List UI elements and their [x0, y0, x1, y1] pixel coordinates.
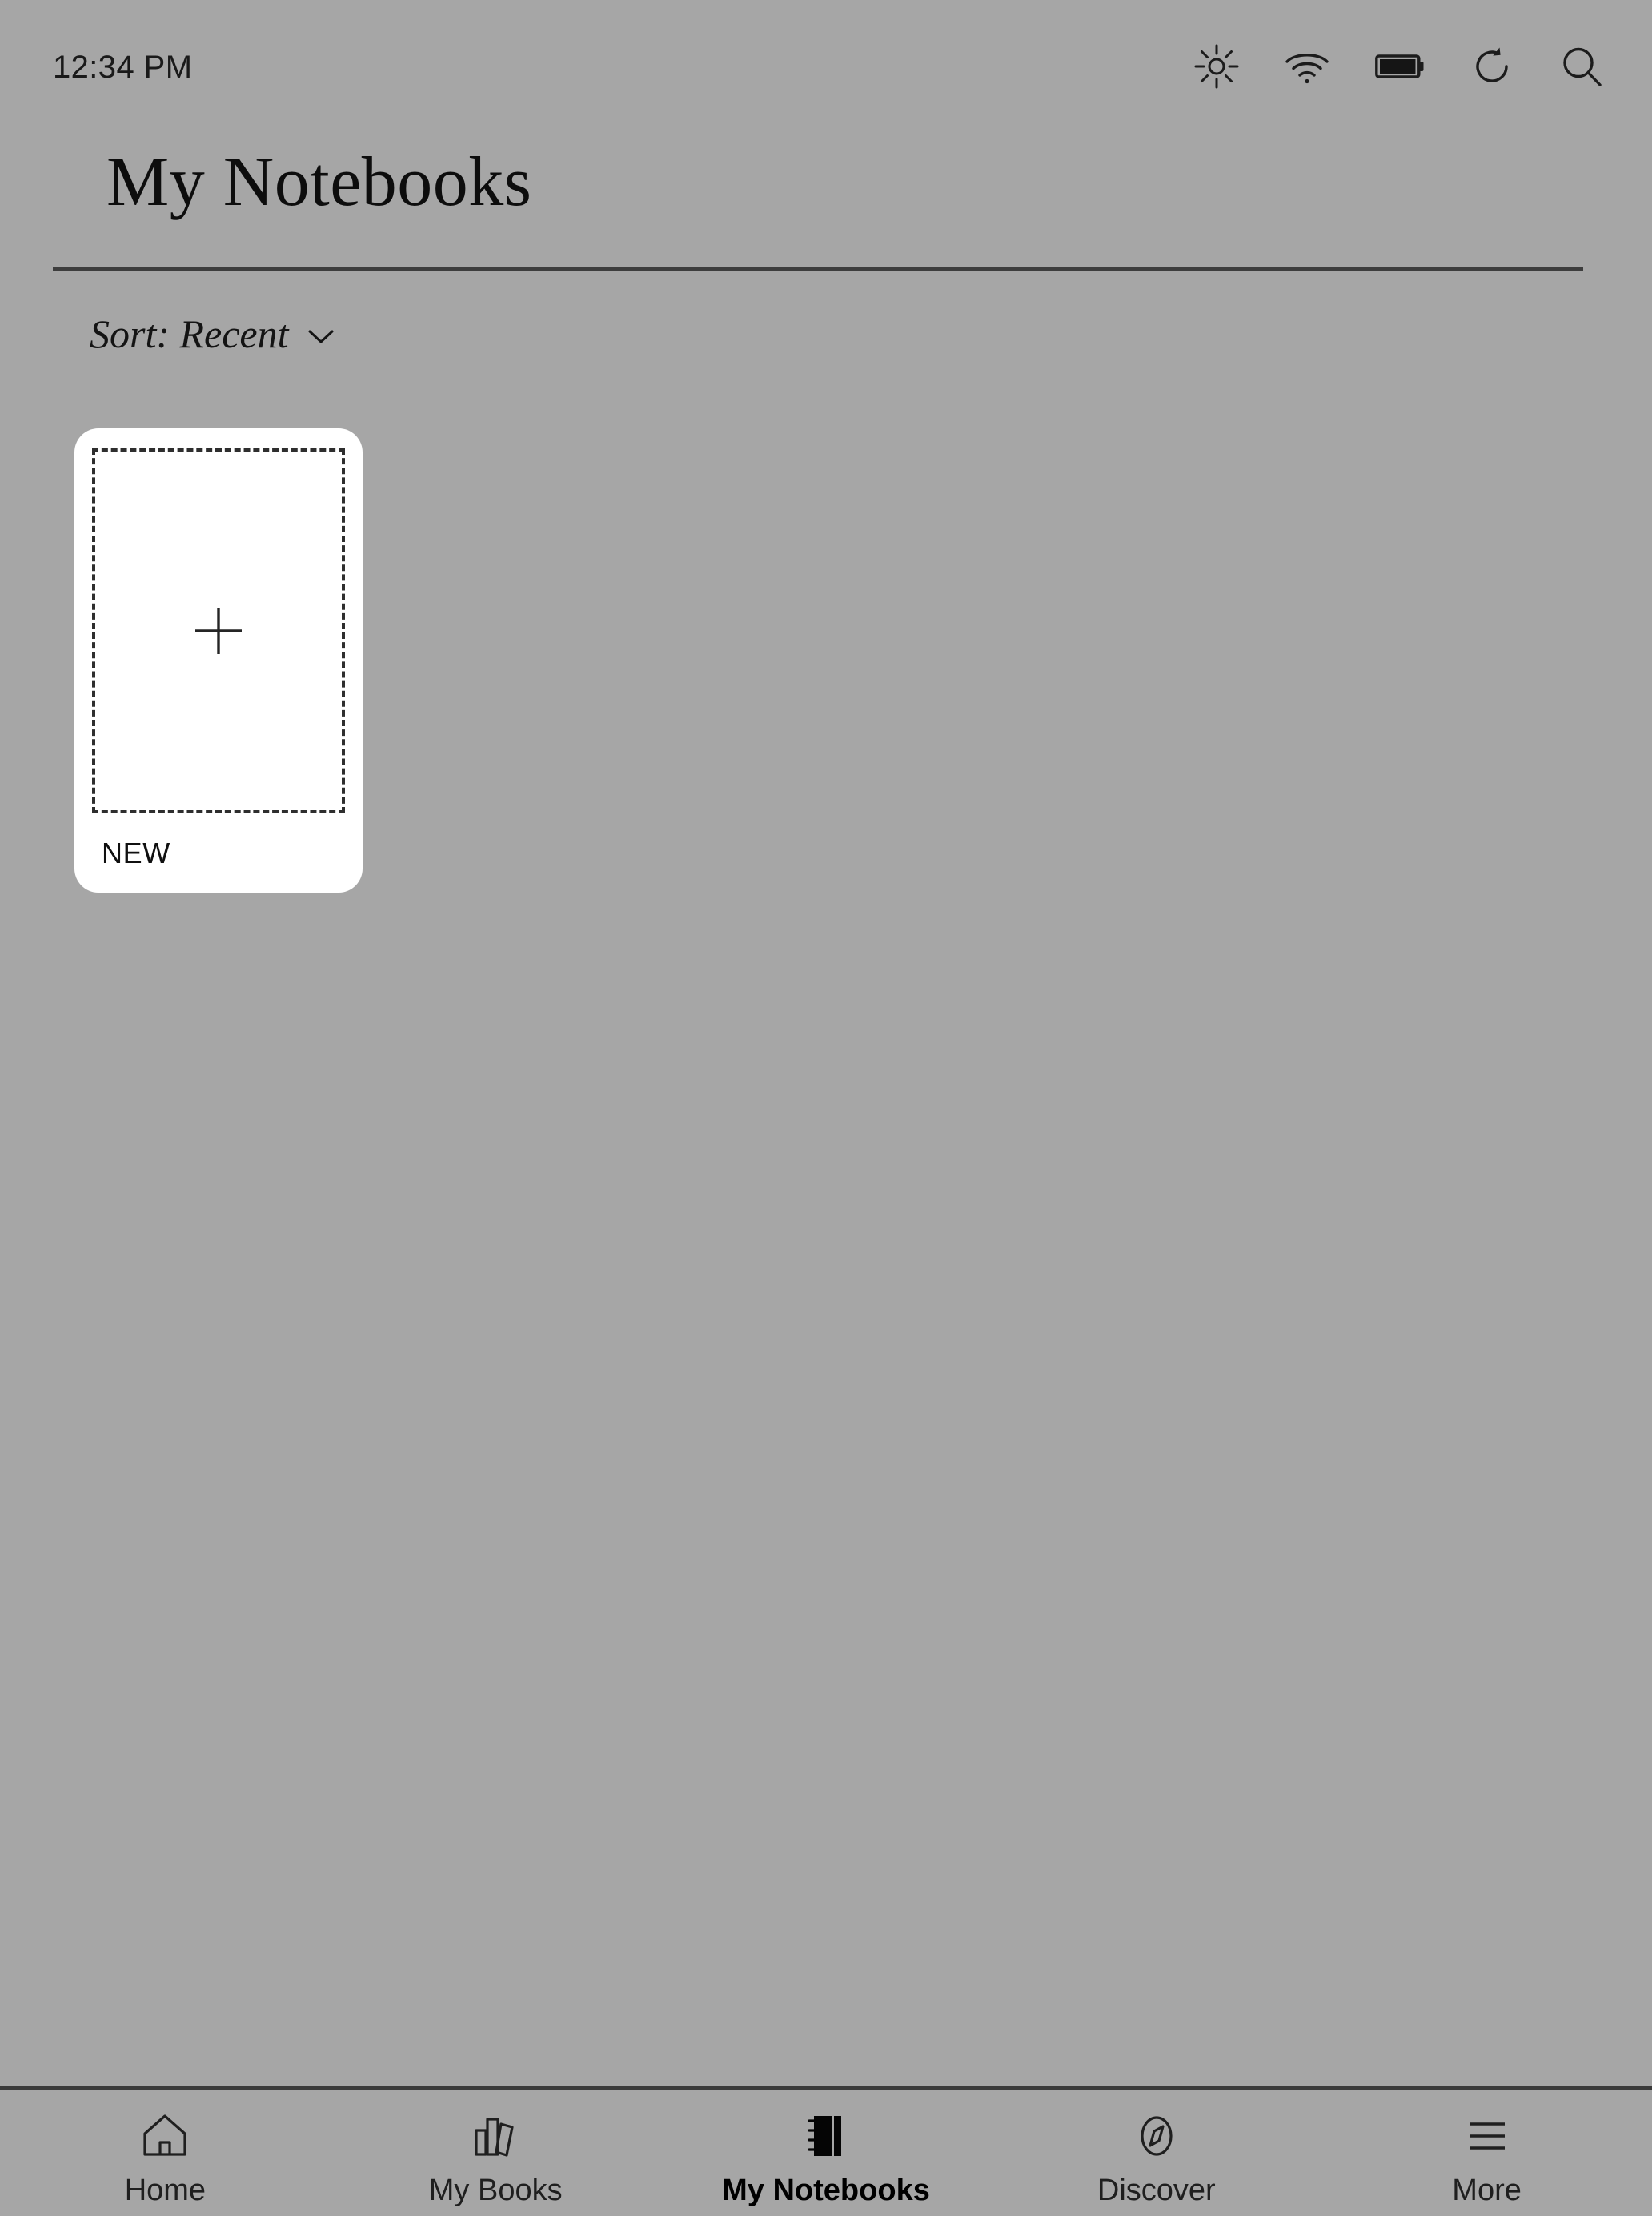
nav-item-discover[interactable]: Discover	[991, 2090, 1321, 2206]
notebook-icon	[801, 2111, 851, 2161]
status-bar-icon-group	[1194, 39, 1604, 89]
nav-label-my-books: My Books	[428, 2174, 563, 2207]
nav-label-my-notebooks: My Notebooks	[722, 2174, 930, 2207]
wifi-icon[interactable]	[1284, 48, 1330, 85]
books-icon	[471, 2111, 520, 2161]
status-bar: 12:34 PM	[0, 0, 1652, 128]
search-icon[interactable]	[1559, 44, 1604, 89]
header-divider	[53, 267, 1583, 271]
sort-label: Sort: Recent	[90, 311, 289, 356]
nav-label-home: Home	[124, 2174, 206, 2207]
nav-item-home[interactable]: Home	[0, 2090, 331, 2206]
plus-icon	[194, 606, 243, 656]
page-title: My Notebooks	[106, 143, 532, 221]
compass-icon	[1132, 2111, 1181, 2161]
battery-icon[interactable]	[1375, 53, 1425, 80]
new-notebook-dropzone[interactable]	[92, 448, 345, 813]
nav-label-more: More	[1452, 2174, 1522, 2207]
new-notebook-label: NEW	[102, 837, 170, 869]
nav-item-my-notebooks[interactable]: My Notebooks	[661, 2090, 992, 2206]
page-header: My Notebooks	[0, 143, 1652, 271]
new-notebook-card[interactable]: NEW	[74, 428, 363, 893]
nav-label-discover: Discover	[1097, 2174, 1216, 2207]
sync-icon[interactable]	[1470, 44, 1514, 89]
bottom-navigation-bar: Home My Books My Notebooks Discover More	[0, 2086, 1652, 2216]
sort-control[interactable]: Sort: Recent	[90, 314, 335, 354]
status-time: 12:34 PM	[53, 50, 193, 85]
nav-item-my-books[interactable]: My Books	[331, 2090, 661, 2206]
brightness-icon[interactable]	[1194, 44, 1239, 89]
chevron-down-icon[interactable]	[307, 322, 335, 346]
hamburger-icon	[1462, 2111, 1512, 2161]
home-icon	[140, 2111, 190, 2161]
notebook-grid: NEW	[74, 428, 363, 893]
nav-item-more[interactable]: More	[1321, 2090, 1652, 2206]
